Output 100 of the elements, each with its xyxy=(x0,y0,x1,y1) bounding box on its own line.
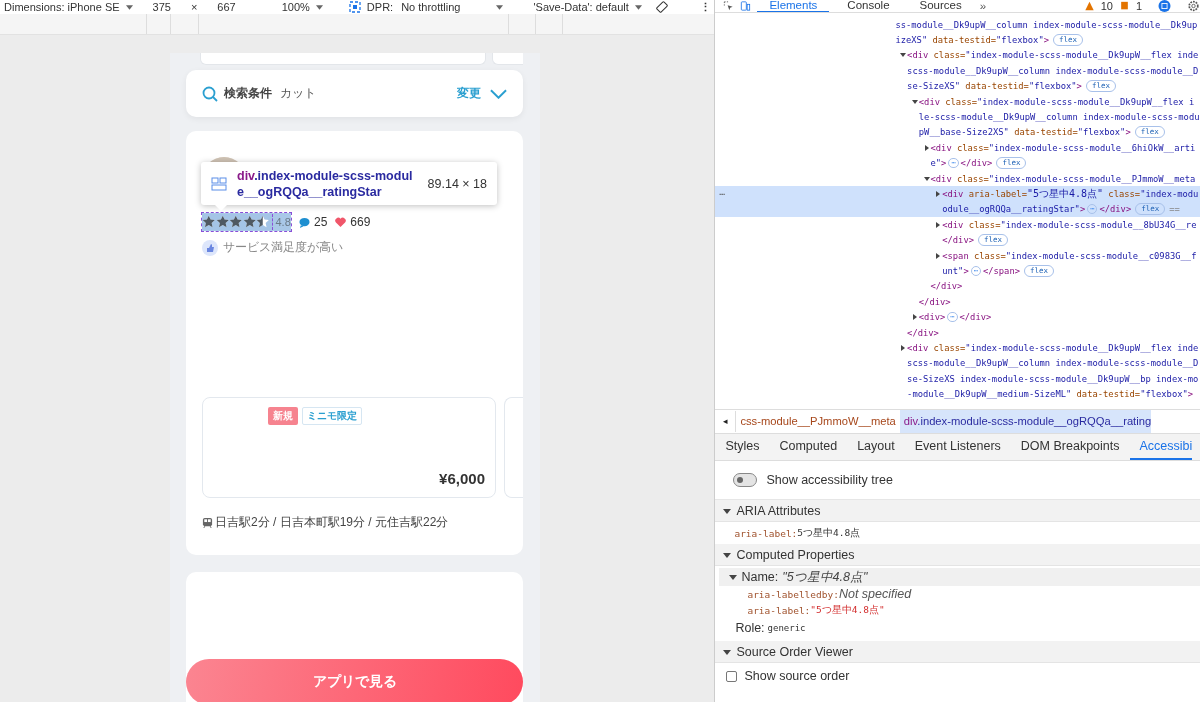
more-tabs-button[interactable]: » xyxy=(979,0,987,12)
breadcrumb[interactable]: div.index-module-scss-module__ogRQQa__rating xyxy=(899,410,1152,433)
dpr-label: DPR: xyxy=(366,0,394,14)
warning-count[interactable]: 10 xyxy=(1100,0,1113,12)
device-toolbar-icon[interactable] xyxy=(740,1,752,11)
warning-icon xyxy=(1083,1,1095,11)
expand-arrow-icon[interactable] xyxy=(911,98,918,105)
expand-arrow-icon[interactable] xyxy=(900,52,907,59)
attribute-name: class= xyxy=(1107,189,1141,199)
panel-tab[interactable]: Sources xyxy=(907,0,974,12)
attribute-value: "flexbox" xyxy=(996,35,1044,46)
panel-tab[interactable]: Elements xyxy=(757,0,830,12)
thumbs-up-icon xyxy=(202,239,218,256)
section-title[interactable]: Computed Properties xyxy=(736,547,855,562)
html-tag: > xyxy=(1079,204,1086,215)
html-tag: </div> xyxy=(959,312,992,323)
property-value: Not specified xyxy=(838,587,912,602)
dom-node-row[interactable]: <div class="index-module-scss-module__Dk9upW__flex inde xyxy=(715,340,1200,356)
sidebar-tab[interactable]: Event Listeners xyxy=(904,434,1011,460)
property-name: aria-labelledby: xyxy=(747,588,839,600)
attribute-value: 5つ星中4.8点 xyxy=(797,526,861,540)
dpr-icon[interactable] xyxy=(348,1,361,13)
throttling-dropdown[interactable]: No throttling xyxy=(401,0,461,14)
grid-icon xyxy=(211,176,227,191)
sidebar-tab[interactable]: Accessibi xyxy=(1129,434,1193,460)
panel-tab[interactable]: Console xyxy=(835,0,902,12)
html-tag: <div xyxy=(907,50,929,61)
expand-arrow-icon[interactable] xyxy=(935,252,942,259)
expand-arrow-icon[interactable] xyxy=(729,573,738,581)
html-tag: <div xyxy=(918,96,940,107)
attribute-value: "index-module-scss-module__Dk9upW__flex i xyxy=(977,96,1195,107)
height-field[interactable]: 667 xyxy=(217,0,236,14)
expand-arrow-icon[interactable] xyxy=(923,175,930,182)
inspect-icon[interactable] xyxy=(723,1,735,11)
attribute-name: class= xyxy=(967,219,1001,230)
caret-icon xyxy=(125,4,133,10)
menu-card[interactable]: 新規 ミニモ限定 ¥6,000 xyxy=(202,397,496,498)
attribute-name: class= xyxy=(955,173,989,184)
dom-node-row[interactable]: ⋯ <div aria-label="5つ星中4.8点" class="index-modu xyxy=(715,186,1200,202)
sidebar-tab[interactable]: Computed xyxy=(769,434,848,460)
attribute-name: data-testid= xyxy=(931,35,997,46)
comment-icon xyxy=(299,216,310,228)
dom-node-row[interactable]: <span class="index-module-scss-module__c0983G__f xyxy=(715,247,1200,264)
expand-arrow-icon[interactable] xyxy=(723,506,732,515)
section-title[interactable]: Source Order Viewer xyxy=(736,644,853,659)
attribute-value: "index-module-scss-module__c0983G__f xyxy=(1005,250,1197,261)
html-tag: <span xyxy=(942,250,969,261)
expand-arrow-icon[interactable] xyxy=(723,647,732,656)
feedback-icon[interactable] xyxy=(1158,0,1171,12)
attribute-name: class= xyxy=(955,142,989,153)
dom-node-row[interactable]: <div class="index-module-scss-module__PJmmoW__meta xyxy=(715,170,1200,187)
sidebar-tab[interactable]: DOM Breakpoints xyxy=(1010,434,1130,460)
save-data-dropdown[interactable]: 'Save-Data': default xyxy=(533,0,629,14)
attribute-value: le-scss-module__Dk9upW__column index-module-scss-modu xyxy=(918,112,1200,123)
dom-node-row[interactable]: <div class="index-module-scss-module__Dk9upW__flex inde xyxy=(715,47,1200,64)
rating-value: 4.8 xyxy=(275,216,291,228)
attribute-value: odule__ogRQQa__ratingStar" xyxy=(942,204,1080,215)
expand-arrow-icon[interactable] xyxy=(900,344,907,351)
element-size: 89.14 × 18 xyxy=(427,176,487,191)
width-field[interactable]: 375 xyxy=(152,0,171,14)
flag-icon xyxy=(1118,1,1130,11)
attribute-value: "index-module-scss-module__PJmmoW__meta xyxy=(988,173,1196,184)
feature-text: サービス満足度が高い xyxy=(223,239,343,256)
toggle-switch[interactable] xyxy=(733,473,758,487)
sidebar-tab[interactable]: Layout xyxy=(847,434,905,460)
expand-arrow-icon[interactable] xyxy=(723,550,732,559)
device-dropdown[interactable]: Dimensions: iPhone SE xyxy=(4,0,120,14)
caret-icon xyxy=(496,4,504,10)
rotate-icon[interactable] xyxy=(655,1,668,13)
dom-node-row[interactable]: <div class="index-module-scss-module__Dk9upW__flex i xyxy=(715,93,1200,110)
checkbox[interactable] xyxy=(726,670,738,682)
train-icon xyxy=(202,517,213,528)
expand-arrow-icon[interactable] xyxy=(935,191,942,197)
more-button[interactable]: ⋮ xyxy=(699,0,711,14)
section-title[interactable]: ARIA Attributes xyxy=(736,503,821,518)
attribute-value: scss-module__Dk9upW__column index-module-scss-module__D xyxy=(907,358,1199,369)
dom-node-row[interactable]: <div class="index-module-scss-module__6hiOkW__arti xyxy=(715,140,1200,156)
html-tag: > xyxy=(1187,389,1194,400)
row-menu-button[interactable]: ⋯ xyxy=(719,189,725,199)
html-tag: </div> xyxy=(942,235,974,246)
zoom-dropdown[interactable]: 100% xyxy=(281,0,310,14)
expand-arrow-icon[interactable] xyxy=(935,221,942,228)
star-icon xyxy=(229,215,243,229)
search-value: カット xyxy=(280,85,316,102)
breadcrumb[interactable]: css-module__PJmmoW__meta xyxy=(736,410,900,433)
attribute-value: ss-module__Dk9upW__column index-module-scss-module__Dk9up xyxy=(895,19,1198,30)
star-icon xyxy=(215,215,229,229)
issue-count[interactable]: 1 xyxy=(1135,0,1142,12)
expand-arrow-icon[interactable] xyxy=(923,144,930,151)
attribute-value: unt" xyxy=(942,265,964,276)
sidebar-tab[interactable]: Styles xyxy=(715,434,770,460)
attribute-value: e" xyxy=(930,158,942,169)
settings-icon[interactable] xyxy=(1187,0,1200,12)
html-tag: </div> xyxy=(907,327,939,338)
html-tag: <div xyxy=(930,142,952,153)
attribute-name: class= xyxy=(972,250,1006,261)
expand-arrow-icon[interactable] xyxy=(911,314,918,321)
search-card[interactable]: 検索条件 カット 変更 xyxy=(186,70,523,117)
dom-node-row[interactable]: <div class="index-module-scss-module__8bU34G__re xyxy=(715,217,1200,233)
scroll-left-button[interactable]: ◂ xyxy=(715,411,737,432)
